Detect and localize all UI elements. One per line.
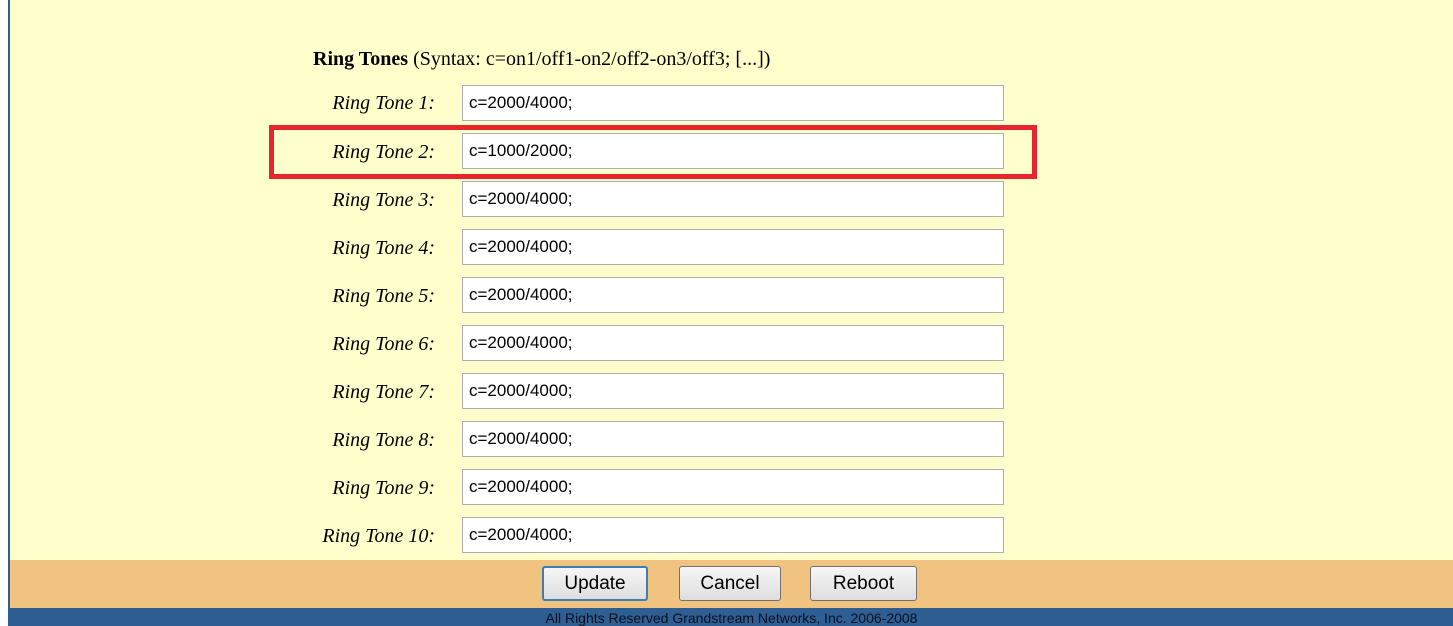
reboot-button[interactable]: Reboot [810, 566, 917, 601]
section-title: Ring Tones (Syntax: c=on1/off1-on2/off2-… [313, 48, 770, 71]
ring-tone-9-label: Ring Tone 9: [332, 477, 435, 499]
ring-tone-8-input[interactable] [462, 421, 1004, 457]
ring-tone-2-highlight [269, 125, 1037, 179]
ring-tone-3-label: Ring Tone 3: [332, 189, 435, 211]
ring-tone-5-label: Ring Tone 5: [332, 285, 435, 307]
ring-tone-10-label: Ring Tone 10: [322, 525, 435, 547]
cancel-button[interactable]: Cancel [679, 566, 781, 601]
section-title-syntax: (Syntax: c=on1/off1-on2/off2-on3/off3; [… [408, 48, 771, 70]
ring-tone-7-label: Ring Tone 7: [332, 381, 435, 403]
ring-tone-7-input[interactable] [462, 373, 1004, 409]
footer-bar: All Rights Reserved Grandstream Networks… [10, 608, 1453, 626]
ring-tone-5-input[interactable] [462, 277, 1004, 313]
ring-tone-9-input[interactable] [462, 469, 1004, 505]
ring-tone-1-input[interactable] [462, 85, 1004, 121]
ring-tone-6-label: Ring Tone 6: [332, 333, 435, 355]
ring-tone-4-input[interactable] [462, 229, 1004, 265]
ring-tone-3-input[interactable] [462, 181, 1004, 217]
ring-tone-1-label: Ring Tone 1: [332, 92, 435, 114]
ring-tone-6-input[interactable] [462, 325, 1004, 361]
update-button[interactable]: Update [542, 566, 648, 601]
section-title-bold: Ring Tones [313, 48, 409, 70]
ring-tone-10-input[interactable] [462, 517, 1004, 553]
ring-tone-4-label: Ring Tone 4: [332, 237, 435, 259]
copyright-text: All Rights Reserved Grandstream Networks… [545, 610, 918, 626]
ring-tone-8-label: Ring Tone 8: [332, 429, 435, 451]
